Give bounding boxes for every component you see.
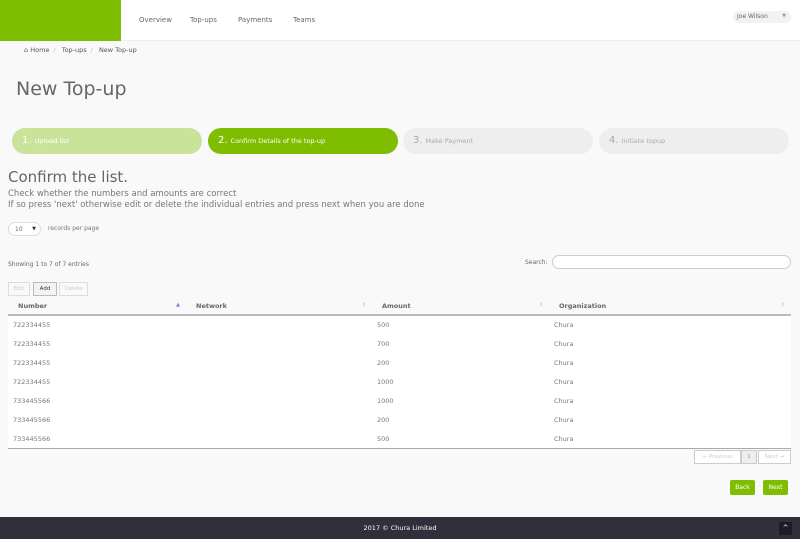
step-initiate-topup[interactable]: 4. Initiate topup — [599, 128, 789, 154]
section-title: Confirm the list. — [8, 168, 129, 186]
step-upload-list[interactable]: 1. Upload list — [12, 128, 202, 154]
breadcrumb-current: New Top-up — [98, 46, 137, 54]
edit-button[interactable]: Edit — [8, 282, 30, 296]
entries-info: Showing 1 to 7 of 7 entries — [8, 261, 89, 268]
instruction-line: Check whether the numbers and amounts ar… — [8, 189, 237, 199]
cell-organization: Chura — [549, 353, 791, 373]
cell-network — [186, 315, 372, 335]
table-row[interactable]: 722334455 700 Chura — [8, 334, 791, 354]
cell-organization: Chura — [549, 410, 791, 430]
cell-amount: 500 — [372, 315, 549, 335]
breadcrumb-home[interactable]: Home — [30, 46, 49, 54]
cell-amount: 700 — [372, 334, 549, 354]
instructions: Check whether the numbers and amounts ar… — [8, 189, 425, 211]
column-label: Network — [196, 301, 227, 310]
cell-network — [186, 353, 372, 373]
step-number: 2. — [218, 135, 228, 146]
step-label: Confirm Details of the top-up — [230, 137, 326, 145]
logo[interactable] — [0, 0, 121, 41]
table-row[interactable]: 722334455 500 Chura — [8, 315, 791, 335]
back-button[interactable]: Back — [730, 480, 755, 495]
cell-number: 722334455 — [8, 334, 186, 354]
chevron-down-icon: ▼ — [782, 13, 786, 19]
sort-icon: ⇕ — [361, 302, 366, 308]
column-label: Amount — [382, 301, 411, 310]
previous-page-button[interactable]: ← Previous — [694, 450, 741, 464]
table-row[interactable]: 733445566 200 Chura — [8, 410, 791, 430]
next-button[interactable]: Next — [763, 480, 788, 495]
step-label: Make Payment — [425, 137, 474, 145]
step-number: 1. — [22, 135, 32, 146]
cell-organization: Chura — [549, 334, 791, 354]
add-button[interactable]: Add — [33, 282, 57, 296]
column-label: Organization — [559, 301, 607, 310]
delete-button[interactable]: Delete — [59, 282, 88, 296]
cell-amount: 200 — [372, 410, 549, 430]
user-name: Joe Wilson — [737, 13, 768, 20]
cell-amount: 1000 — [372, 391, 549, 411]
cell-amount: 500 — [372, 429, 549, 450]
instruction-line: If so press 'next' otherwise edit or del… — [8, 200, 425, 210]
nav-teams[interactable]: Teams — [293, 16, 315, 24]
cell-number: 722334455 — [8, 315, 186, 335]
home-icon: ⌂ — [24, 46, 29, 54]
breadcrumb-topups[interactable]: Top-ups — [62, 46, 87, 54]
caret-down-icon: ▼ — [32, 226, 36, 232]
cell-network — [186, 334, 372, 354]
cell-number: 722334455 — [8, 353, 186, 373]
cell-number: 733445566 — [8, 391, 186, 411]
column-number[interactable]: Number ▲ — [8, 297, 186, 316]
table-row[interactable]: 733445566 500 Chura — [8, 429, 791, 450]
search-input[interactable] — [552, 255, 791, 269]
user-menu[interactable]: Joe Wilson ▼ — [733, 11, 791, 23]
cell-network — [186, 372, 372, 392]
sort-icon: ⇕ — [780, 302, 785, 308]
entries-table: Number ▲ Network ⇕ Amount ⇕ Organization ⇕ 7… — [8, 297, 791, 450]
cell-number: 722334455 — [8, 372, 186, 392]
cell-number: 733445566 — [8, 410, 186, 430]
next-page-button[interactable]: Next → — [758, 450, 791, 464]
column-label: Number — [18, 301, 48, 310]
search-label: Search: — [525, 259, 548, 266]
column-organization[interactable]: Organization ⇕ — [549, 297, 791, 316]
step-label: Initiate topup — [621, 137, 666, 145]
step-make-payment[interactable]: 3. Make Payment — [403, 128, 593, 154]
cell-network — [186, 391, 372, 411]
page-title: New Top-up — [16, 78, 127, 100]
footer: 2017 © Chura Limited — [0, 517, 800, 539]
nav-payments[interactable]: Payments — [238, 16, 272, 24]
cell-organization: Chura — [549, 372, 791, 392]
select-value: 10 — [15, 226, 23, 233]
cell-number: 733445566 — [8, 429, 186, 450]
chevron-up-icon: ^ — [782, 524, 789, 532]
cell-network — [186, 410, 372, 430]
sort-icon: ⇕ — [538, 302, 543, 308]
scroll-to-top-button[interactable]: ^ — [779, 522, 792, 535]
cell-network — [186, 429, 372, 450]
sort-asc-icon: ▲ — [176, 302, 180, 308]
nav-topups[interactable]: Top-ups — [190, 16, 217, 24]
nav-overview[interactable]: Overview — [139, 16, 172, 24]
cell-organization: Chura — [549, 391, 791, 411]
cell-amount: 1000 — [372, 372, 549, 392]
records-per-page-label: records per page — [48, 225, 100, 232]
table-row[interactable]: 722334455 1000 Chura — [8, 372, 791, 392]
records-per-page-select[interactable]: 10 ▼ — [8, 222, 41, 236]
cell-organization: Chura — [549, 429, 791, 450]
copyright: 2017 © Chura Limited — [363, 524, 437, 532]
step-confirm-details[interactable]: 2. Confirm Details of the top-up — [208, 128, 398, 154]
cell-amount: 200 — [372, 353, 549, 373]
cell-organization: Chura — [549, 315, 791, 335]
table-row[interactable]: 722334455 200 Chura — [8, 353, 791, 373]
top-navbar: Overview Top-ups Payments Teams Joe Wils… — [0, 0, 800, 41]
column-amount[interactable]: Amount ⇕ — [372, 297, 549, 316]
step-number: 4. — [609, 135, 619, 146]
page-1-button[interactable]: 1 — [741, 450, 757, 464]
column-network[interactable]: Network ⇕ — [186, 297, 372, 316]
step-number: 3. — [413, 135, 423, 146]
step-label: Upload list — [34, 137, 69, 145]
breadcrumb: ⌂ Home / Top-ups / New Top-up — [24, 46, 137, 54]
table-row[interactable]: 733445566 1000 Chura — [8, 391, 791, 411]
